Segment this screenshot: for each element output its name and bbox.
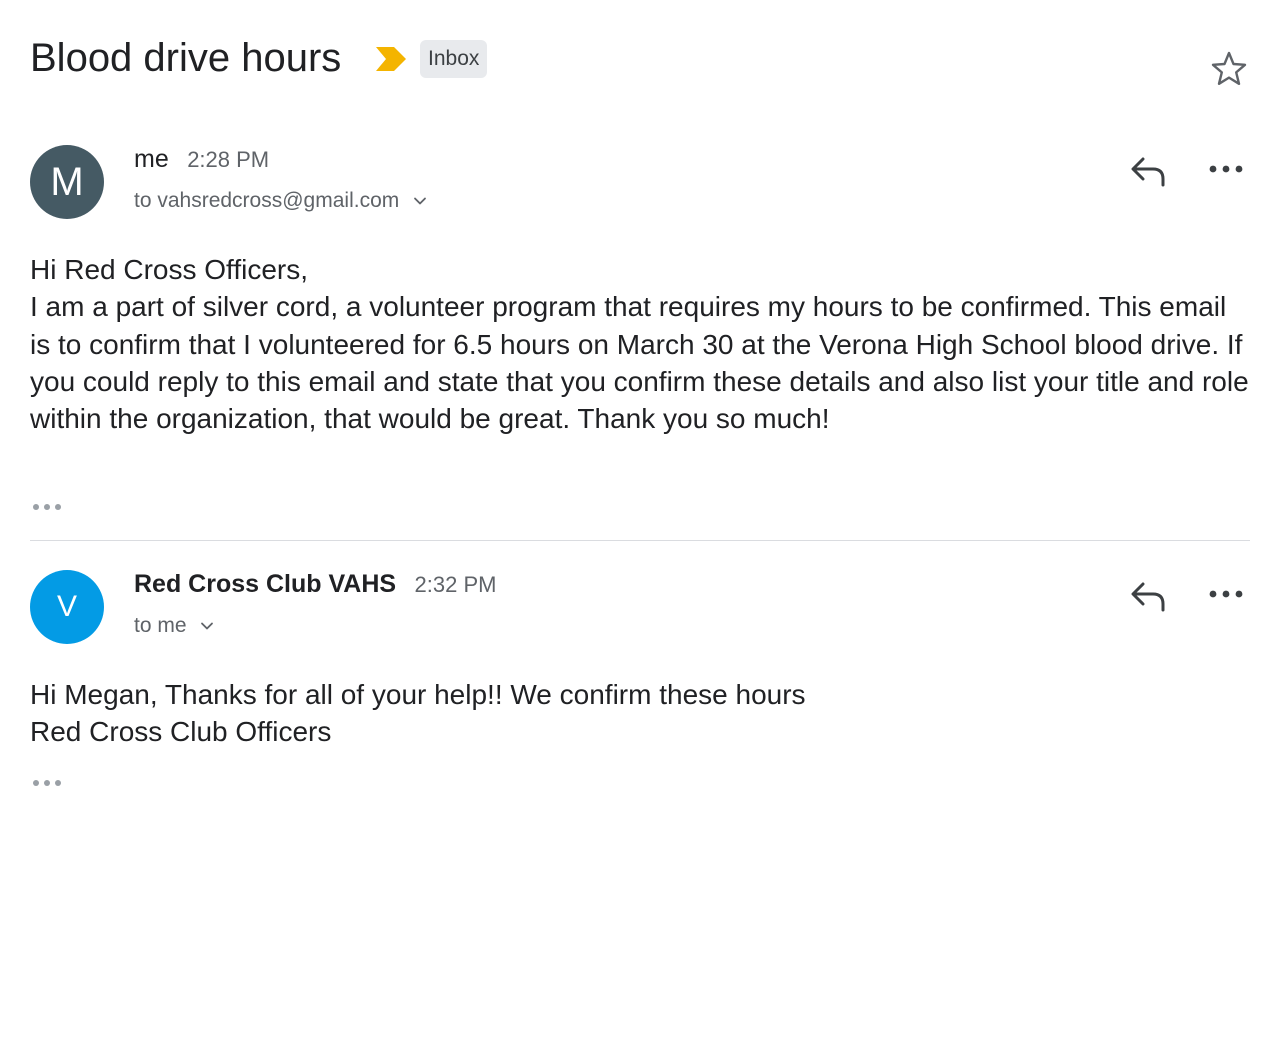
sender-line: me 2:28 PM xyxy=(134,145,269,175)
email-subject: Blood drive hours xyxy=(30,36,342,80)
importance-marker-icon[interactable] xyxy=(374,44,408,74)
recipient-details-toggle[interactable]: to vahsredcross@gmail.com xyxy=(134,189,427,217)
avatar[interactable]: M xyxy=(30,145,104,219)
body-line: Hi Megan, Thanks for all of your help!! … xyxy=(30,679,806,710)
message-time: 2:32 PM xyxy=(414,571,497,597)
avatar[interactable]: V xyxy=(30,570,104,644)
ellipsis-icon[interactable] xyxy=(30,775,66,791)
chevron-down-icon xyxy=(414,198,426,205)
reply-icon[interactable] xyxy=(1128,576,1168,616)
more-horizontal-icon[interactable] xyxy=(1206,151,1246,191)
body-line: Hi Red Cross Officers, xyxy=(30,254,308,285)
message-divider xyxy=(30,540,1250,541)
sender-name: Red Cross Club VAHS xyxy=(134,570,397,598)
recipient-details-toggle[interactable]: to me xyxy=(134,614,214,642)
ellipsis-icon[interactable] xyxy=(30,499,66,515)
body-line: I am a part of silver cord, a volunteer … xyxy=(30,291,1249,435)
inbox-label-chip[interactable]: Inbox xyxy=(420,40,488,78)
star-icon[interactable] xyxy=(1208,48,1250,90)
message-body: Hi Red Cross Officers, I am a part of si… xyxy=(30,251,1250,437)
chevron-down-icon xyxy=(201,623,214,630)
subject-header: Blood drive hours Inbox xyxy=(30,30,1250,90)
recipient-text: to vahsredcross@gmail.com xyxy=(134,189,400,212)
more-horizontal-icon[interactable] xyxy=(1206,576,1246,616)
sender-line: Red Cross Club VAHS 2:32 PM xyxy=(134,570,496,600)
recipient-text: to me xyxy=(134,614,187,637)
message-time: 2:28 PM xyxy=(187,146,270,172)
message-body: Hi Megan, Thanks for all of your help!! … xyxy=(30,676,1250,751)
reply-icon[interactable] xyxy=(1128,151,1168,191)
sender-name: me xyxy=(134,145,169,173)
body-line: Red Cross Club Officers xyxy=(30,716,332,748)
